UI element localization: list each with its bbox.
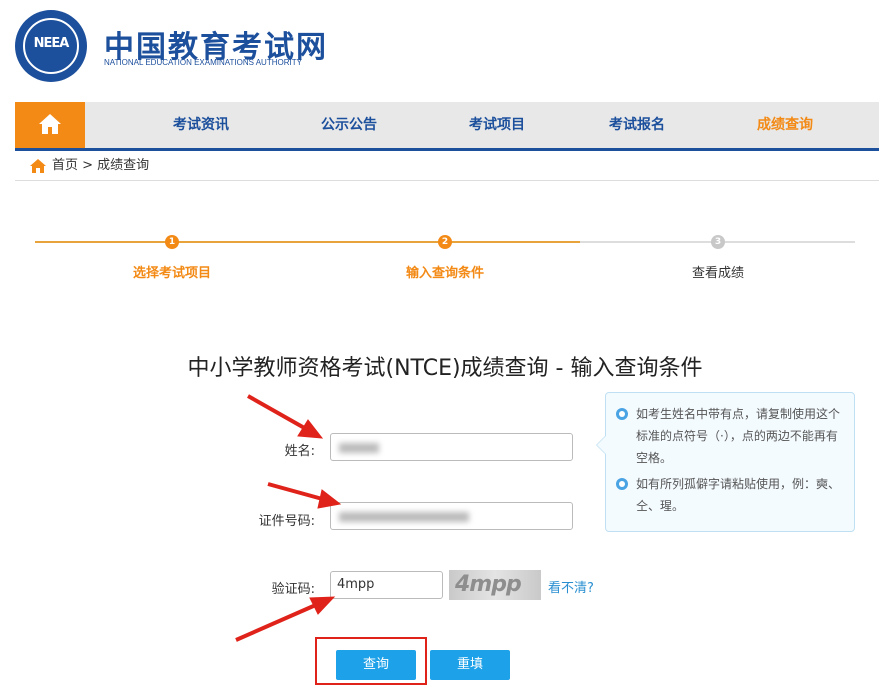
arrow-to-id [267, 482, 327, 502]
arrow-to-name [247, 394, 309, 432]
tip-text: 如考生姓名中带有点，请复制使用这个标准的点符号（·），点的两边不能再有空格。 [636, 407, 841, 465]
step-3-label: 查看成绩 [691, 266, 744, 281]
home-small-icon [30, 159, 46, 173]
annotation-highlight-box [315, 637, 427, 685]
nav-item-score-query[interactable]: 成绩查询 [757, 102, 813, 148]
step-line-done [35, 241, 580, 243]
step-1-dot: 1 [165, 235, 179, 249]
info-radio-icon [616, 408, 628, 420]
breadcrumb: 首页 > 成绩查询 [15, 152, 879, 181]
home-button[interactable] [15, 102, 85, 148]
captcha-image-text: 4mpp [455, 572, 522, 597]
nav-item-exam-projects[interactable]: 考试项目 [469, 102, 525, 148]
reset-button[interactable]: 重填 [430, 650, 510, 680]
brand-subtitle: NATIONAL EDUCATION EXAMINATIONS AUTHORIT… [104, 58, 302, 67]
captcha-image[interactable]: 4mpp [449, 570, 541, 600]
arrow-head-captcha [309, 596, 336, 615]
neea-logo[interactable]: NEEA [15, 10, 87, 82]
nav-item-exam-news[interactable]: 考试资讯 [173, 102, 229, 148]
arrow-to-captcha [235, 602, 319, 642]
arrow-head-name [297, 419, 324, 439]
step-3-dot: 3 [711, 235, 725, 249]
nav-item-registration[interactable]: 考试报名 [609, 102, 665, 148]
tip-text: 如有所列孤僻字请粘贴使用，例：奭、仝、瑆。 [636, 477, 841, 513]
tips-box: 如考生姓名中带有点，请复制使用这个标准的点符号（·），点的两边不能再有空格。 如… [596, 392, 855, 532]
id-number-input[interactable] [330, 502, 573, 530]
nav-item-announcements[interactable]: 公示公告 [321, 102, 377, 148]
page-title: 中小学教师资格考试(NTCE)成绩查询 - 输入查询条件 [187, 356, 703, 381]
step-2-dot: 2 [438, 235, 452, 249]
info-radio-icon [616, 478, 628, 490]
captcha-label: 验证码: [271, 582, 315, 597]
captcha-input[interactable]: 4mpp [330, 571, 443, 599]
step-2-label: 输入查询条件 [405, 266, 484, 281]
id-number-label: 证件号码: [258, 514, 315, 529]
main-nav: 考试资讯 公示公告 考试项目 考试报名 成绩查询 [15, 102, 879, 151]
name-input[interactable] [330, 433, 573, 461]
tip-item: 如有所列孤僻字请粘贴使用，例：奭、仝、瑆。 [616, 473, 848, 517]
breadcrumb-text[interactable]: 首页 > 成绩查询 [52, 152, 149, 180]
logo-text: NEEA [33, 36, 70, 51]
home-icon [39, 114, 61, 134]
tip-item: 如考生姓名中带有点，请复制使用这个标准的点符号（·），点的两边不能再有空格。 [616, 403, 848, 469]
site-header: NEEA 中国教育考试网 NATIONAL EDUCATION EXAMINAT… [0, 0, 879, 100]
name-label: 姓名: [284, 444, 315, 459]
captcha-refresh-link[interactable]: 看不清? [548, 577, 594, 596]
step-1-label: 选择考试项目 [132, 266, 211, 281]
